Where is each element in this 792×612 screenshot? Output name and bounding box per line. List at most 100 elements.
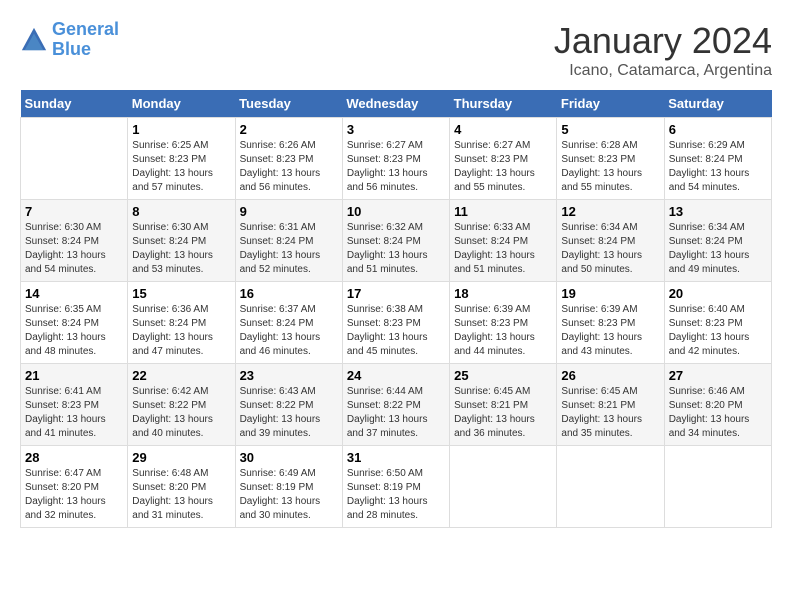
day-cell: 14 Sunrise: 6:35 AM Sunset: 8:24 PM Dayli…: [21, 282, 128, 364]
day-cell: 17 Sunrise: 6:38 AM Sunset: 8:23 PM Dayli…: [342, 282, 449, 364]
day-cell: 19 Sunrise: 6:39 AM Sunset: 8:23 PM Dayli…: [557, 282, 664, 364]
day-cell: 12 Sunrise: 6:34 AM Sunset: 8:24 PM Dayli…: [557, 200, 664, 282]
day-info: Sunrise: 6:37 AM Sunset: 8:24 PM Dayligh…: [240, 303, 338, 359]
week-row-1: 1Sunrise: 6:25 AM Sunset: 8:23 PM Daylig…: [21, 118, 772, 200]
day-info: Sunrise: 6:31 AM Sunset: 8:24 PM Dayligh…: [240, 221, 338, 277]
day-cell: 7Sunrise: 6:30 AM Sunset: 8:24 PM Daylig…: [21, 200, 128, 282]
weekday-header-wednesday: Wednesday: [342, 90, 449, 118]
day-number: 3: [347, 122, 445, 137]
day-number: 13: [669, 204, 767, 219]
day-info: Sunrise: 6:49 AM Sunset: 8:19 PM Dayligh…: [240, 467, 338, 523]
day-info: Sunrise: 6:27 AM Sunset: 8:23 PM Dayligh…: [454, 139, 552, 195]
day-info: Sunrise: 6:41 AM Sunset: 8:23 PM Dayligh…: [25, 385, 123, 441]
day-info: Sunrise: 6:26 AM Sunset: 8:23 PM Dayligh…: [240, 139, 338, 195]
day-info: Sunrise: 6:38 AM Sunset: 8:23 PM Dayligh…: [347, 303, 445, 359]
day-number: 23: [240, 368, 338, 383]
day-cell: 21Sunrise: 6:41 AM Sunset: 8:23 PM Dayli…: [21, 364, 128, 446]
day-info: Sunrise: 6:25 AM Sunset: 8:23 PM Dayligh…: [132, 139, 230, 195]
day-number: 19: [561, 286, 659, 301]
week-row-2: 7Sunrise: 6:30 AM Sunset: 8:24 PM Daylig…: [21, 200, 772, 282]
day-cell: 22 Sunrise: 6:42 AM Sunset: 8:22 PM Dayli…: [128, 364, 235, 446]
day-cell: 8 Sunrise: 6:30 AM Sunset: 8:24 PM Daylig…: [128, 200, 235, 282]
weekday-header-friday: Friday: [557, 90, 664, 118]
day-info: Sunrise: 6:48 AM Sunset: 8:20 PM Dayligh…: [132, 467, 230, 523]
day-number: 6: [669, 122, 767, 137]
weekday-header-monday: Monday: [128, 90, 235, 118]
day-info: Sunrise: 6:27 AM Sunset: 8:23 PM Dayligh…: [347, 139, 445, 195]
logo-line2: Blue: [52, 39, 91, 59]
day-number: 22: [132, 368, 230, 383]
logo-text: General Blue: [52, 20, 119, 60]
day-info: Sunrise: 6:39 AM Sunset: 8:23 PM Dayligh…: [454, 303, 552, 359]
day-info: Sunrise: 6:45 AM Sunset: 8:21 PM Dayligh…: [454, 385, 552, 441]
day-number: 18: [454, 286, 552, 301]
day-number: 24: [347, 368, 445, 383]
weekday-header-tuesday: Tuesday: [235, 90, 342, 118]
day-cell: 18 Sunrise: 6:39 AM Sunset: 8:23 PM Dayli…: [450, 282, 557, 364]
day-info: Sunrise: 6:46 AM Sunset: 8:20 PM Dayligh…: [669, 385, 767, 441]
week-row-5: 28 Sunrise: 6:47 AM Sunset: 8:20 PM Dayli…: [21, 446, 772, 528]
day-cell: 13Sunrise: 6:34 AM Sunset: 8:24 PM Dayli…: [664, 200, 771, 282]
day-info: Sunrise: 6:30 AM Sunset: 8:24 PM Dayligh…: [25, 221, 123, 277]
day-info: Sunrise: 6:39 AM Sunset: 8:23 PM Dayligh…: [561, 303, 659, 359]
day-cell: 2Sunrise: 6:26 AM Sunset: 8:23 PM Daylig…: [235, 118, 342, 200]
title-area: January 2024 Icano, Catamarca, Argentina: [554, 20, 772, 80]
day-info: Sunrise: 6:43 AM Sunset: 8:22 PM Dayligh…: [240, 385, 338, 441]
day-number: 27: [669, 368, 767, 383]
day-cell: 29Sunrise: 6:48 AM Sunset: 8:20 PM Dayli…: [128, 446, 235, 528]
day-info: Sunrise: 6:33 AM Sunset: 8:24 PM Dayligh…: [454, 221, 552, 277]
day-cell: 27 Sunrise: 6:46 AM Sunset: 8:20 PM Dayli…: [664, 364, 771, 446]
day-info: Sunrise: 6:29 AM Sunset: 8:24 PM Dayligh…: [669, 139, 767, 195]
day-cell: 25 Sunrise: 6:45 AM Sunset: 8:21 PM Dayli…: [450, 364, 557, 446]
day-info: Sunrise: 6:44 AM Sunset: 8:22 PM Dayligh…: [347, 385, 445, 441]
day-number: 30: [240, 450, 338, 465]
day-number: 4: [454, 122, 552, 137]
logo: General Blue: [20, 20, 119, 60]
day-cell: 9 Sunrise: 6:31 AM Sunset: 8:24 PM Daylig…: [235, 200, 342, 282]
day-number: 8: [132, 204, 230, 219]
day-cell: 15Sunrise: 6:36 AM Sunset: 8:24 PM Dayli…: [128, 282, 235, 364]
day-number: 16: [240, 286, 338, 301]
day-cell: [664, 446, 771, 528]
logo-line1: General: [52, 19, 119, 39]
day-cell: 3 Sunrise: 6:27 AM Sunset: 8:23 PM Daylig…: [342, 118, 449, 200]
weekday-header-thursday: Thursday: [450, 90, 557, 118]
day-cell: 26Sunrise: 6:45 AM Sunset: 8:21 PM Dayli…: [557, 364, 664, 446]
day-number: 28: [25, 450, 123, 465]
day-info: Sunrise: 6:47 AM Sunset: 8:20 PM Dayligh…: [25, 467, 123, 523]
day-number: 14: [25, 286, 123, 301]
day-number: 11: [454, 204, 552, 219]
month-title: January 2024: [554, 20, 772, 62]
day-number: 12: [561, 204, 659, 219]
day-info: Sunrise: 6:34 AM Sunset: 8:24 PM Dayligh…: [561, 221, 659, 277]
day-info: Sunrise: 6:32 AM Sunset: 8:24 PM Dayligh…: [347, 221, 445, 277]
day-cell: 16 Sunrise: 6:37 AM Sunset: 8:24 PM Dayli…: [235, 282, 342, 364]
day-cell: 23 Sunrise: 6:43 AM Sunset: 8:22 PM Dayli…: [235, 364, 342, 446]
calendar-table: SundayMondayTuesdayWednesdayThursdayFrid…: [20, 90, 772, 528]
day-cell: 28 Sunrise: 6:47 AM Sunset: 8:20 PM Dayli…: [21, 446, 128, 528]
day-number: 5: [561, 122, 659, 137]
week-row-3: 14 Sunrise: 6:35 AM Sunset: 8:24 PM Dayli…: [21, 282, 772, 364]
day-info: Sunrise: 6:50 AM Sunset: 8:19 PM Dayligh…: [347, 467, 445, 523]
day-info: Sunrise: 6:30 AM Sunset: 8:24 PM Dayligh…: [132, 221, 230, 277]
header: General Blue January 2024 Icano, Catamar…: [20, 20, 772, 80]
day-cell: 30 Sunrise: 6:49 AM Sunset: 8:19 PM Dayli…: [235, 446, 342, 528]
day-cell: 11 Sunrise: 6:33 AM Sunset: 8:24 PM Dayli…: [450, 200, 557, 282]
day-cell: 24 Sunrise: 6:44 AM Sunset: 8:22 PM Dayli…: [342, 364, 449, 446]
location-title: Icano, Catamarca, Argentina: [554, 62, 772, 80]
day-cell: 20Sunrise: 6:40 AM Sunset: 8:23 PM Dayli…: [664, 282, 771, 364]
day-number: 9: [240, 204, 338, 219]
day-cell: 31Sunrise: 6:50 AM Sunset: 8:19 PM Dayli…: [342, 446, 449, 528]
day-cell: 1Sunrise: 6:25 AM Sunset: 8:23 PM Daylig…: [128, 118, 235, 200]
day-info: Sunrise: 6:35 AM Sunset: 8:24 PM Dayligh…: [25, 303, 123, 359]
day-number: 25: [454, 368, 552, 383]
day-cell: [557, 446, 664, 528]
day-number: 26: [561, 368, 659, 383]
day-info: Sunrise: 6:42 AM Sunset: 8:22 PM Dayligh…: [132, 385, 230, 441]
day-number: 17: [347, 286, 445, 301]
weekday-header-row: SundayMondayTuesdayWednesdayThursdayFrid…: [21, 90, 772, 118]
day-cell: [21, 118, 128, 200]
day-cell: 4 Sunrise: 6:27 AM Sunset: 8:23 PM Daylig…: [450, 118, 557, 200]
day-number: 10: [347, 204, 445, 219]
day-cell: 5Sunrise: 6:28 AM Sunset: 8:23 PM Daylig…: [557, 118, 664, 200]
